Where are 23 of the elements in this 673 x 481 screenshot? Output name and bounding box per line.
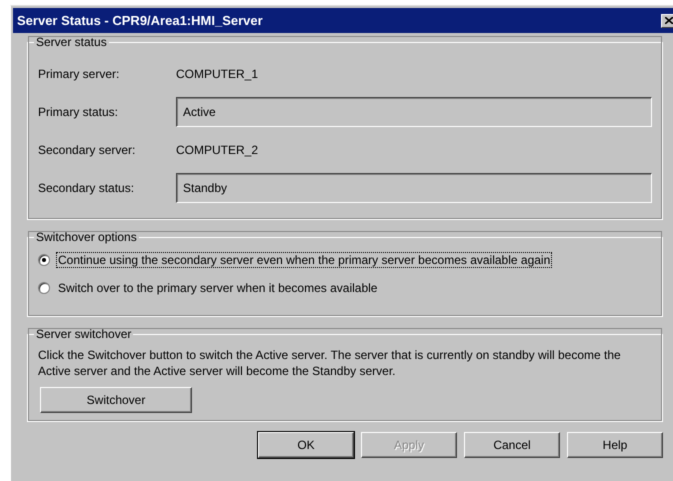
server-name: COMPUTER_2 <box>176 143 258 157</box>
description-text: Click the Switchover button to switch the Active server. The server that is currently on standby will become the Active server and the Active server will become the Standby server. <box>38 347 622 379</box>
dialog-button[interactable]: Help <box>567 432 663 458</box>
field-label: Primary status: <box>38 105 120 119</box>
dialog-button[interactable]: Cancel <box>464 432 560 458</box>
radio-label[interactable]: Switch over to the primary server when it becomes available <box>56 280 380 296</box>
switchover-button[interactable]: Switchover <box>40 387 192 413</box>
status-field: Active <box>176 97 652 127</box>
field-label: Secondary status: <box>38 181 136 195</box>
field-label: Primary server: <box>38 67 120 81</box>
field-label: Secondary server: <box>38 143 136 157</box>
group-title: Server status <box>35 35 108 49</box>
radio-button[interactable] <box>38 254 50 266</box>
close-button[interactable] <box>661 14 673 28</box>
server-name: COMPUTER_1 <box>176 67 258 81</box>
radio-label[interactable]: Continue using the secondary server even when the primary server becomes available again <box>56 252 552 268</box>
window-title: Server Status - CPR9/Area1:HMI_Server <box>17 13 264 28</box>
status-field: Standby <box>176 173 652 203</box>
group-title: Server switchover <box>35 327 132 341</box>
radio-button[interactable] <box>38 282 50 294</box>
dialog-button[interactable]: OK <box>258 432 354 458</box>
group-title: Switchover options <box>35 230 138 244</box>
close-icon <box>665 17 673 24</box>
